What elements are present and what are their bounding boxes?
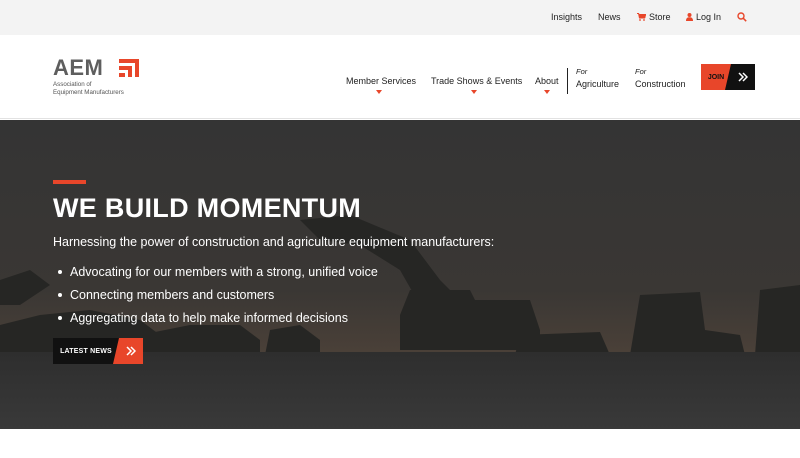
logo-wordmark: AEM bbox=[53, 55, 104, 80]
list-item: Advocating for our members with a strong… bbox=[58, 264, 378, 287]
list-item: Connecting members and customers bbox=[58, 287, 378, 310]
nav-member-services[interactable]: Member Services bbox=[346, 75, 416, 87]
double-chevron-right-icon bbox=[725, 64, 755, 90]
search-icon bbox=[737, 12, 747, 22]
chevron-down-icon bbox=[376, 90, 382, 94]
cart-icon bbox=[637, 13, 646, 21]
nav-about[interactable]: About bbox=[535, 75, 559, 87]
main-header: AEM Association of Equipment Manufacture… bbox=[0, 35, 800, 119]
insights-link[interactable]: Insights bbox=[551, 11, 582, 23]
hero-subtitle: Harnessing the power of construction and… bbox=[53, 235, 495, 249]
search-button[interactable] bbox=[737, 12, 747, 22]
hero-bullet-list: Advocating for our members with a strong… bbox=[58, 264, 378, 333]
list-item: Aggregating data to help make informed d… bbox=[58, 310, 378, 333]
hero-section: WE BUILD MOMENTUM Harnessing the power o… bbox=[0, 120, 800, 429]
login-link[interactable]: Log In bbox=[686, 11, 721, 23]
nav-trade-shows[interactable]: Trade Shows & Events bbox=[431, 75, 522, 87]
news-link[interactable]: News bbox=[598, 11, 621, 23]
nav-for-agriculture[interactable]: For Agriculture bbox=[576, 66, 619, 90]
page-content-area bbox=[0, 429, 800, 458]
nav-for-construction[interactable]: For Construction bbox=[635, 66, 686, 90]
double-chevron-right-icon bbox=[113, 338, 143, 364]
store-link[interactable]: Store bbox=[637, 11, 671, 23]
logo-subtitle: Association of Equipment Manufacturers bbox=[53, 81, 124, 96]
chevron-down-icon bbox=[544, 90, 550, 94]
nav-divider bbox=[567, 68, 568, 94]
user-icon bbox=[686, 13, 693, 21]
utility-bar: Insights News Store Log In bbox=[0, 0, 800, 35]
logo-mark-icon bbox=[119, 59, 139, 77]
hero-accent-bar bbox=[53, 180, 86, 184]
latest-news-button[interactable]: LATEST NEWS bbox=[53, 338, 143, 364]
hero-title: WE BUILD MOMENTUM bbox=[53, 193, 362, 223]
chevron-down-icon bbox=[471, 90, 477, 94]
aem-logo[interactable]: AEM Association of Equipment Manufacture… bbox=[53, 56, 163, 100]
join-button[interactable]: JOIN bbox=[701, 64, 755, 90]
